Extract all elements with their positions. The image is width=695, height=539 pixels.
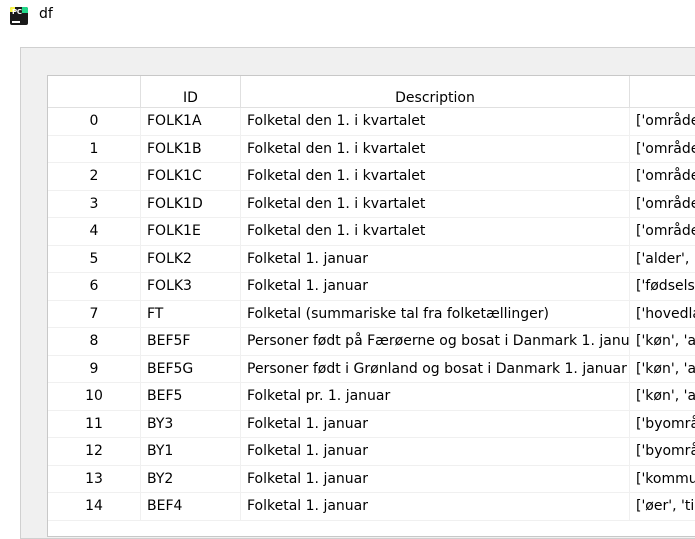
variables-cell[interactable]: ['kommur: [630, 466, 695, 493]
row-index-cell[interactable]: 11: [48, 410, 141, 438]
table-row[interactable]: 12 BY1 Folketal 1. januar ['byområ: [48, 438, 695, 466]
table-row[interactable]: 6FOLK3Folketal 1. januar['fødselsc: [48, 273, 695, 301]
column-header-description[interactable]: Description: [241, 76, 630, 107]
id-cell[interactable]: FOLK3: [141, 273, 241, 300]
id-cell[interactable]: BEF4: [141, 493, 241, 520]
row-index-cell[interactable]: 6: [48, 273, 141, 300]
pycharm-icon: PC: [10, 7, 28, 25]
row-index-cell[interactable]: 5: [48, 245, 141, 273]
description-cell[interactable]: Personer født på Færøerne og bosat i Dan…: [241, 328, 630, 355]
table-row[interactable]: 1 FOLK1B Folketal den 1. i kvartalet ['områ…: [48, 135, 695, 163]
table-row[interactable]: 0 FOLK1A Folketal den 1. i kvartalet ['områ…: [48, 108, 695, 136]
variables-cell[interactable]: ['område: [630, 136, 695, 163]
variables-cell[interactable]: ['køn', 'alc: [630, 383, 695, 410]
description-cell[interactable]: Folketal 1. januar: [241, 493, 630, 520]
table-row[interactable]: 5FOLK2Folketal 1. januar['alder', 'k: [48, 245, 695, 273]
description-cell[interactable]: Folketal 1. januar: [241, 410, 630, 438]
table-row[interactable]: 7 FT Folketal (summariske tal fra folketæl…: [48, 300, 695, 328]
column-header-index[interactable]: [48, 76, 141, 107]
row-index-cell[interactable]: 14: [48, 493, 141, 520]
id-cell[interactable]: BY3: [141, 410, 241, 438]
id-cell[interactable]: FOLK1C: [141, 163, 241, 190]
row-index-cell[interactable]: 0: [48, 108, 141, 135]
variables-cell[interactable]: ['øer', 'tid: [630, 493, 695, 520]
id-cell[interactable]: FT: [141, 300, 241, 328]
variables-cell[interactable]: ['alder', 'k: [630, 246, 695, 273]
table-row[interactable]: 11 BY3 Folketal 1. januar ['byområ: [48, 410, 695, 438]
id-cell[interactable]: FOLK1D: [141, 190, 241, 218]
description-cell[interactable]: Folketal den 1. i kvartalet: [241, 163, 630, 190]
table-row[interactable]: 10BEF5Folketal pr. 1. januar['køn', 'alc: [48, 383, 695, 411]
variables-cell[interactable]: ['køn', 'alc: [630, 328, 695, 355]
id-cell[interactable]: BEF5: [141, 383, 241, 410]
variables-cell[interactable]: ['hovedla: [630, 301, 695, 328]
table-row[interactable]: 8 BEF5F Personer født på Færøerne og bosat…: [48, 328, 695, 356]
id-cell[interactable]: FOLK1B: [141, 135, 241, 163]
row-index-cell[interactable]: 10: [48, 383, 141, 410]
variables-cell[interactable]: ['område: [630, 163, 695, 190]
id-cell[interactable]: BY1: [141, 438, 241, 465]
variables-cell[interactable]: ['område: [630, 108, 695, 135]
table-row[interactable]: 13BY2Folketal 1. januar['kommur: [48, 465, 695, 493]
id-cell[interactable]: BEF5G: [141, 355, 241, 383]
column-header-id[interactable]: ID: [141, 76, 241, 107]
id-cell[interactable]: BY2: [141, 465, 241, 493]
description-cell[interactable]: Folketal (summariske tal fra folketællin…: [241, 300, 630, 328]
description-cell[interactable]: Folketal pr. 1. januar: [241, 383, 630, 410]
id-cell[interactable]: FOLK1E: [141, 218, 241, 245]
window-title: df: [39, 6, 53, 22]
id-cell[interactable]: FOLK2: [141, 245, 241, 273]
row-index-cell[interactable]: 3: [48, 190, 141, 218]
variables-cell[interactable]: ['område: [630, 218, 695, 245]
column-header-variables[interactable]: [630, 76, 695, 107]
row-index-cell[interactable]: 4: [48, 218, 141, 245]
row-index-cell[interactable]: 1: [48, 135, 141, 163]
row-index-cell[interactable]: 8: [48, 328, 141, 355]
table-row[interactable]: 4 FOLK1E Folketal den 1. i kvartalet ['områ…: [48, 218, 695, 246]
description-cell[interactable]: Personer født i Grønland og bosat i Danm…: [241, 355, 630, 383]
row-index-cell[interactable]: 7: [48, 300, 141, 328]
description-cell[interactable]: Folketal 1. januar: [241, 245, 630, 273]
id-cell[interactable]: FOLK1A: [141, 108, 241, 135]
row-index-cell[interactable]: 9: [48, 355, 141, 383]
id-cell[interactable]: BEF5F: [141, 328, 241, 355]
description-cell[interactable]: Folketal 1. januar: [241, 438, 630, 465]
variables-cell[interactable]: ['fødselsc: [630, 273, 695, 300]
row-index-cell[interactable]: 2: [48, 163, 141, 190]
variables-cell[interactable]: ['byområ: [630, 411, 695, 438]
variables-cell[interactable]: ['køn', 'alc: [630, 356, 695, 383]
description-cell[interactable]: Folketal den 1. i kvartalet: [241, 108, 630, 135]
description-cell[interactable]: Folketal den 1. i kvartalet: [241, 135, 630, 163]
table-row[interactable]: 3 FOLK1D Folketal den 1. i kvartalet ['områ…: [48, 190, 695, 218]
title-bar: PC df: [0, 0, 695, 32]
table-row[interactable]: 9 BEF5G Personer født i Grønland og bosat …: [48, 355, 695, 383]
description-cell[interactable]: Folketal den 1. i kvartalet: [241, 218, 630, 245]
variables-cell[interactable]: ['område: [630, 191, 695, 218]
description-cell[interactable]: Folketal 1. januar: [241, 465, 630, 493]
variables-cell[interactable]: ['byområ: [630, 438, 695, 465]
row-index-cell[interactable]: 12: [48, 438, 141, 465]
description-cell[interactable]: Folketal 1. januar: [241, 273, 630, 300]
dataframe-table: ID Description 0 FOLK1A Folketal den 1. i …: [47, 75, 695, 537]
row-index-cell[interactable]: 13: [48, 465, 141, 493]
table-row[interactable]: 14BEF4Folketal 1. januar['øer', 'tid: [48, 493, 695, 521]
description-cell[interactable]: Folketal den 1. i kvartalet: [241, 190, 630, 218]
table-header: ID Description: [48, 76, 695, 108]
table-row[interactable]: 2 FOLK1C Folketal den 1. i kvartalet ['områ…: [48, 163, 695, 191]
